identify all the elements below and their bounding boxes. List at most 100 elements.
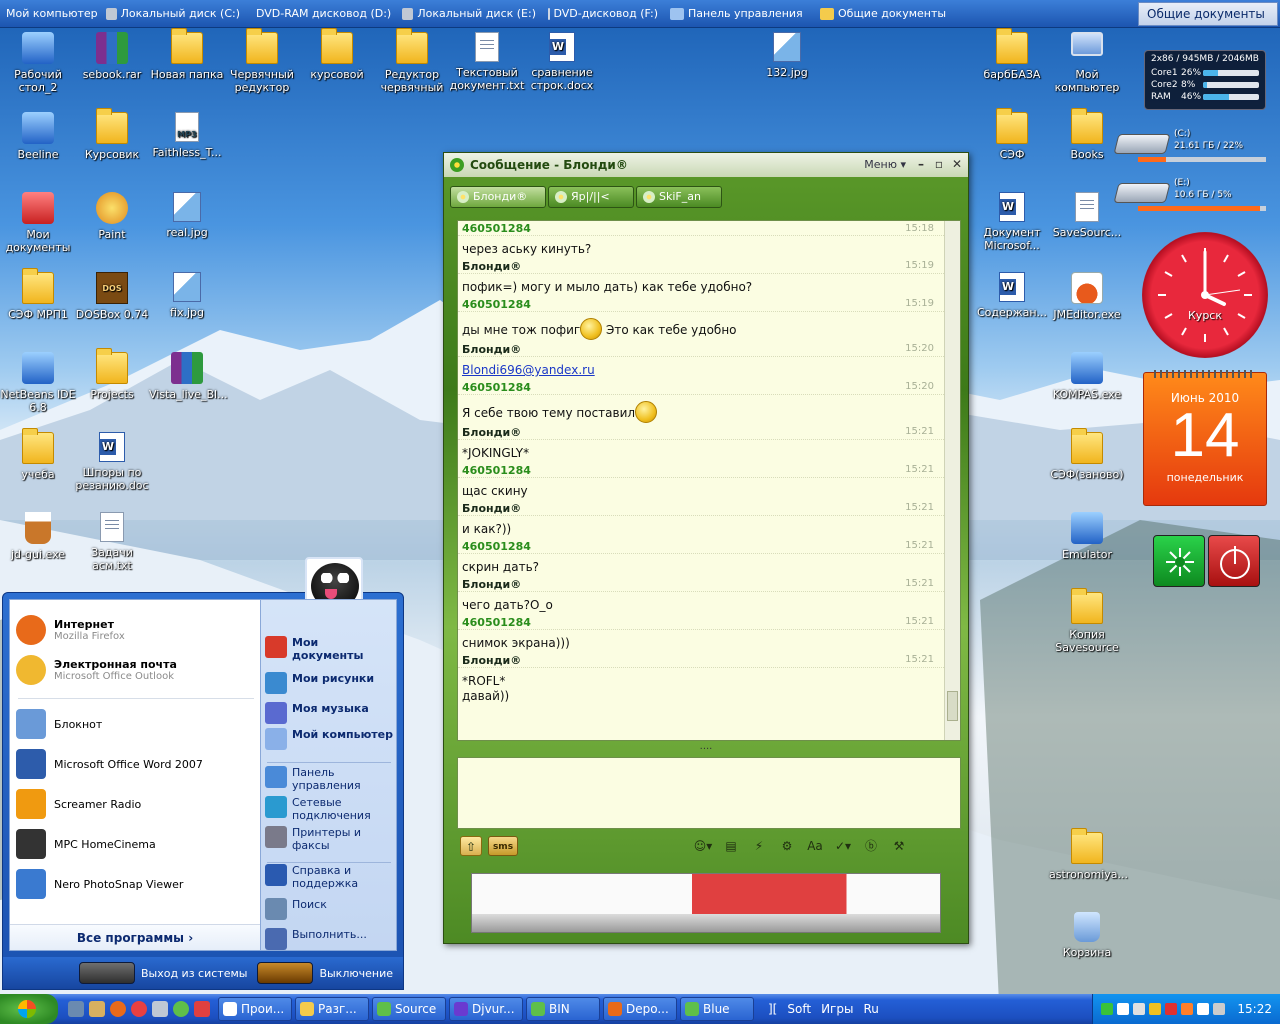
taskbar-clock[interactable]: 15:22 [1237,1002,1272,1016]
desktop-icon[interactable]: Содержан... [974,272,1050,319]
logoff-button[interactable]: Выход из системы [78,962,247,984]
desktop-icon[interactable]: Мои документы [0,192,76,254]
place-item[interactable]: Выполнить... [265,928,393,950]
start-button[interactable] [0,994,58,1024]
task-button[interactable]: BIN [526,997,600,1021]
toolbar-link[interactable]: ][ [768,1002,777,1016]
chat-tab[interactable]: Блонди® [450,186,546,208]
send-file-icon[interactable]: ⇧ [460,836,482,856]
desktop-icon[interactable]: real.jpg [149,192,225,239]
toolbar-link[interactable]: Игры [821,1002,853,1016]
maximize-icon[interactable]: ▫ [932,157,946,171]
firefox-icon[interactable] [110,1001,126,1017]
opera-icon[interactable] [131,1001,147,1017]
desktop-icon[interactable]: NetBeans IDE 6.8 [0,352,76,414]
desktop-icon[interactable]: СЭФ [974,108,1050,161]
all-programs-button[interactable]: Все программы › [10,924,260,950]
place-item[interactable]: Поиск [265,898,393,920]
desktop-icon[interactable]: Vista_live_Bl... [149,352,228,401]
recent-program[interactable]: Nero PhotoSnap Viewer [16,866,256,902]
message-input[interactable] [457,757,961,829]
desktop-icon[interactable]: Редуктор червячный [374,28,450,94]
recent-program[interactable]: Microsoft Office Word 2007 [16,746,256,782]
desktop-icon[interactable]: Текстовый документ.txt [449,32,525,92]
desktop-icon[interactable]: Курсовик [74,108,150,161]
quick-launch-item[interactable]: Панель управления [664,0,814,28]
pinned-program[interactable]: Интернет Mozilla Firefox [16,612,256,648]
chat-titlebar[interactable]: Сообщение - Блонди® Меню ▾ – ▫ ✕ [444,153,968,177]
note-icon[interactable]: ▤ [720,836,742,856]
tray-icon[interactable] [1149,1003,1162,1015]
task-button[interactable]: Depo... [603,997,677,1021]
folder-icon[interactable] [89,1001,105,1017]
desktop-icon[interactable]: СЭФ(заново) [1049,428,1125,481]
toolbar-link[interactable]: Ru [863,1002,878,1016]
tray-icon[interactable] [1133,1003,1146,1015]
desktop-icon[interactable]: сравнение строк.docx [524,32,600,92]
close-icon[interactable]: ✕ [950,157,964,171]
splitter-handle[interactable]: .... [444,742,968,752]
tool-icon[interactable] [152,1001,168,1017]
place-item[interactable]: Справка и поддержка [265,864,393,890]
desktop-icon[interactable]: jd-gui.exe [0,512,76,561]
shutdown-button[interactable]: Выключение [257,962,393,984]
quick-launch-item[interactable]: DVD-RAM дисковод (D:) [246,0,396,28]
desktop-icon[interactable]: Червячный редуктор [224,28,300,94]
desktop-icon[interactable]: Emulator [1049,512,1125,561]
smiley-icon[interactable]: ☺▾ [692,836,714,856]
minimize-icon[interactable]: – [914,157,928,171]
flash-icon[interactable]: ⚡ [748,836,770,856]
place-item[interactable]: Мой компьютер [265,728,393,750]
tray-icon[interactable] [1213,1003,1226,1015]
desktop-icon[interactable]: DOS DOSBox 0.74 [74,272,150,321]
desktop-icon[interactable]: Копия Savesource [1049,588,1125,654]
chat-history[interactable]: 460501284 15:18 через аську кинуть? Блонди®… [457,220,961,741]
desktop-icon[interactable]: fix.jpg [149,272,225,319]
desktop-icon[interactable]: KOMPAS.exe [1049,352,1125,401]
desktop-icon[interactable]: учеба [0,428,76,481]
desktop-icon[interactable]: Мой компьютер [1049,32,1125,94]
gear-icon[interactable]: ⚙ [776,836,798,856]
desktop-icon[interactable]: 132.jpg [749,32,825,79]
spell-icon[interactable]: ✓▾ [832,836,854,856]
history-scrollbar[interactable] [944,221,960,740]
task-button[interactable]: Blue [680,997,754,1021]
red-shutdown-button[interactable] [1208,535,1260,587]
tray-icon[interactable] [1165,1003,1178,1015]
desktop-icon[interactable]: СЭФ МРП1 [0,268,76,321]
quick-launch-item[interactable]: Локальный диск (C:) [100,0,246,28]
desktop-icon[interactable]: Корзина [1049,912,1125,959]
icq-icon[interactable] [173,1001,189,1017]
desktop-icon[interactable]: MP3 Faithless_T... [149,112,225,159]
email-link[interactable]: Blondi696@yandex.ru [462,363,595,377]
place-item[interactable]: Принтеры и факсы [265,826,393,852]
green-power-button[interactable] [1153,535,1205,587]
place-item[interactable]: Моя музыка [265,702,393,724]
tray-icon[interactable] [1181,1003,1194,1015]
task-button[interactable]: Прои... [218,997,292,1021]
task-button[interactable]: Source [372,997,446,1021]
b-icon[interactable]: ⓑ [860,836,882,856]
recent-program[interactable]: Screamer Radio [16,786,256,822]
recent-program[interactable]: MPC HomeCinema [16,826,256,862]
desktop-icon[interactable]: Projects [74,348,150,401]
desktop-icon[interactable]: Шпоры по резанию.doc [74,432,150,492]
place-item[interactable]: Сетевые подключения [265,796,393,822]
quick-launch-item[interactable]: DVD-дисковод (F:) [542,0,664,28]
desktop-icon[interactable]: барбБАЗА [974,28,1050,81]
quick-launch-item[interactable]: Общие документы [814,0,954,28]
desktop-icon[interactable]: JMEditor.exe [1049,272,1125,321]
media-icon[interactable] [194,1001,210,1017]
desktop-icon[interactable]: sebook.rar [74,32,150,81]
desktop-icon[interactable]: курсовой [299,28,375,81]
desktop-icon[interactable]: Рабочий стол_2 [0,32,76,94]
place-item[interactable]: Мои документы [265,636,393,662]
desktop-icon[interactable]: astronomiya... [1049,828,1128,881]
tray-icon[interactable] [1117,1003,1130,1015]
task-button[interactable]: Разг... [295,997,369,1021]
toolbar-link[interactable]: Soft [787,1002,811,1016]
desktop-icon[interactable]: Beeline [0,112,76,161]
scrollbar-thumb[interactable] [947,691,958,721]
shared-docs-label[interactable]: Общие документы [1138,1,1278,26]
desktop-icon[interactable]: Paint [74,192,150,241]
